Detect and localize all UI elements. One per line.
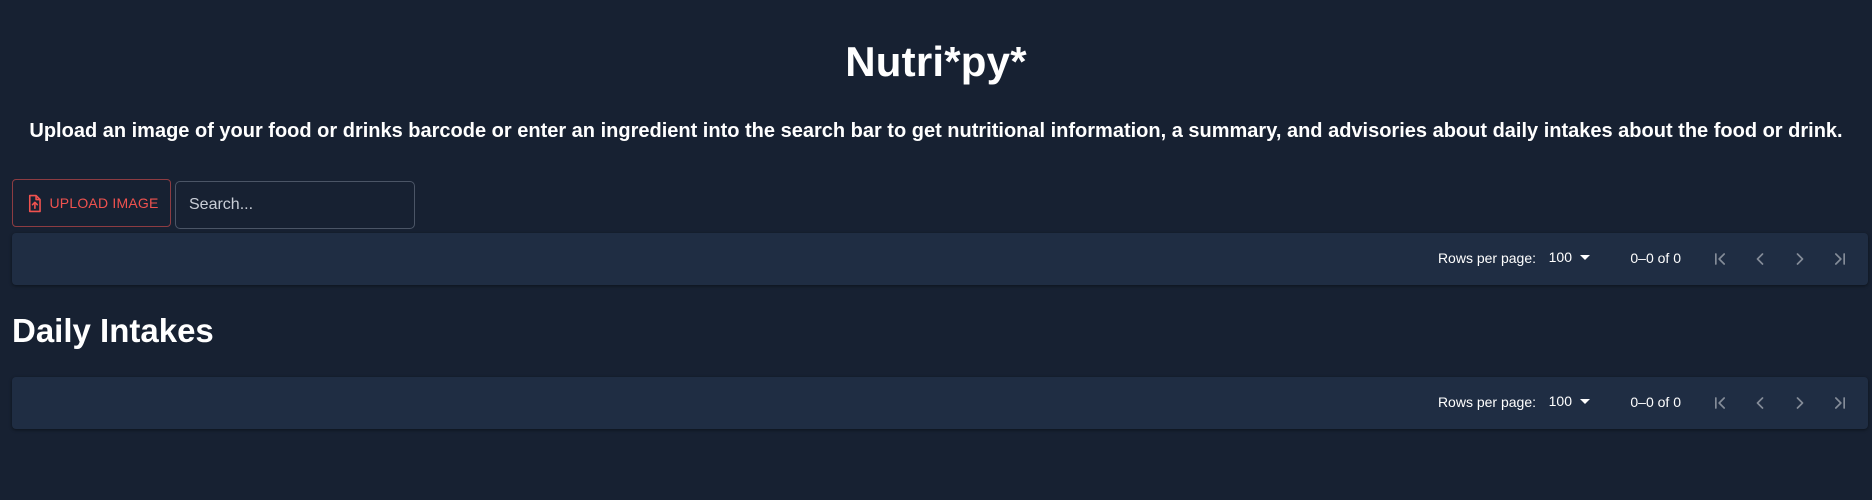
first-page-icon — [1715, 253, 1725, 265]
file-upload-icon — [25, 193, 44, 214]
last-page-icon — [1835, 253, 1845, 265]
previous-page-icon — [1756, 253, 1764, 265]
chevron-down-icon — [1580, 399, 1590, 404]
daily-intakes-heading: Daily Intakes — [12, 312, 214, 349]
next-page-icon — [1796, 253, 1804, 265]
nutrition-results-table: Rows per page: 100 0–0 of 0 — [12, 233, 1868, 285]
upload-image-button[interactable]: UPLOAD IMAGE — [12, 179, 171, 227]
next-page-button[interactable] — [1788, 391, 1812, 415]
first-page-icon — [1715, 397, 1725, 409]
previous-page-button[interactable] — [1748, 391, 1772, 415]
previous-page-icon — [1756, 397, 1764, 409]
page-description: Upload an image of your food or drinks b… — [29, 120, 1843, 142]
rows-per-page-select[interactable]: 100 — [1549, 249, 1590, 265]
first-page-button[interactable] — [1708, 391, 1732, 415]
daily-intakes-table: Rows per page: 100 0–0 of 0 — [12, 377, 1868, 429]
rows-per-page-label: Rows per page: — [1437, 250, 1536, 266]
next-page-button[interactable] — [1788, 247, 1812, 271]
pagination-range: 0–0 of 0 — [1630, 394, 1681, 410]
first-page-button[interactable] — [1708, 247, 1732, 271]
rows-per-page-value: 100 — [1548, 393, 1572, 409]
last-page-button[interactable] — [1828, 247, 1852, 271]
pagination-range: 0–0 of 0 — [1630, 250, 1681, 266]
last-page-button[interactable] — [1828, 391, 1852, 415]
previous-page-button[interactable] — [1748, 247, 1772, 271]
chevron-down-icon — [1580, 255, 1590, 260]
rows-per-page-label: Rows per page: — [1437, 394, 1536, 410]
upload-image-label: UPLOAD IMAGE — [49, 195, 159, 211]
page-title: Nutri*py* — [845, 38, 1027, 85]
search-input[interactable] — [175, 181, 415, 229]
rows-per-page-value: 100 — [1548, 249, 1572, 265]
nutripy-page: Nutri*py* Upload an image of your food o… — [0, 0, 1872, 500]
next-page-icon — [1796, 397, 1804, 409]
rows-per-page-select[interactable]: 100 — [1549, 393, 1590, 409]
last-page-icon — [1835, 397, 1845, 409]
